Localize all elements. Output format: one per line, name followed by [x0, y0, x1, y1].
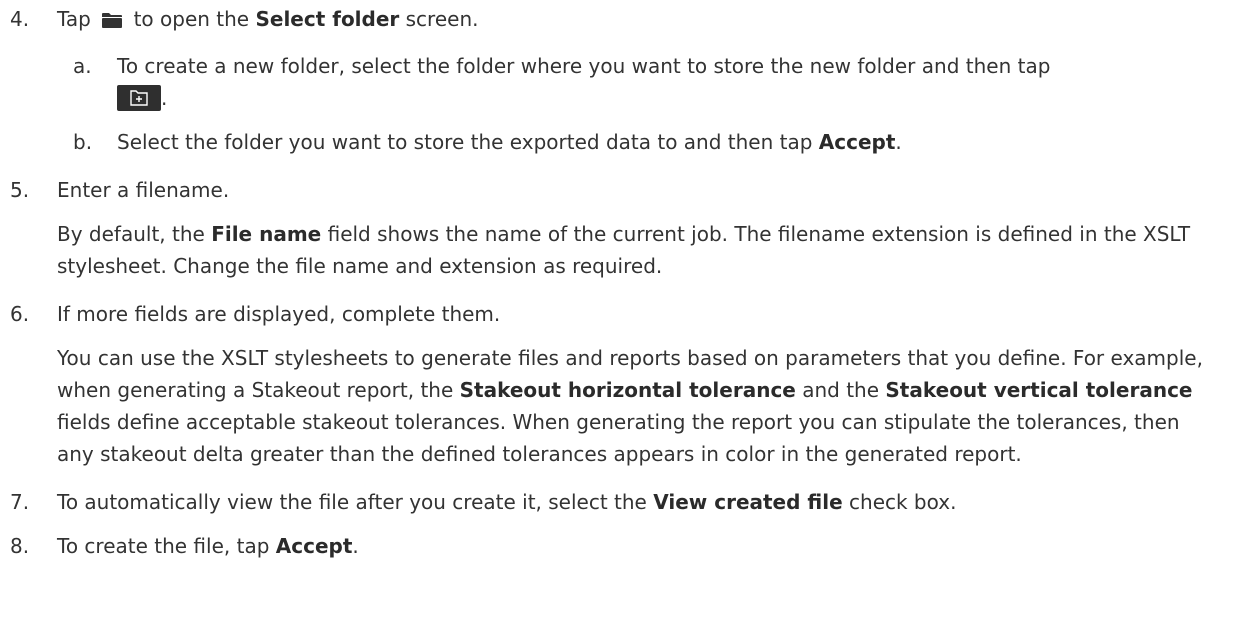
step-8: 8. To create the file, tap Accept.: [0, 530, 1239, 562]
instructions-document: 4. Tap to open the Select folder screen.…: [0, 0, 1239, 562]
step-number: 5.: [10, 178, 30, 202]
step-text-post: check box.: [849, 490, 957, 514]
step-4: 4. Tap to open the Select folder screen.: [0, 3, 1239, 38]
step-text-pre: To automatically view the file after you…: [57, 490, 647, 514]
folder-icon: [101, 6, 123, 38]
step-text-post: .: [352, 534, 359, 558]
step-number: 6.: [10, 302, 30, 326]
stakeout-horizontal-tolerance-label: Stakeout horizontal tolerance: [459, 378, 796, 402]
para-text-pre: By default, the: [57, 222, 205, 246]
new-folder-icon: [117, 85, 161, 111]
substep-text-post: .: [161, 86, 168, 110]
para-text-post: fields define acceptable stakeout tolera…: [57, 410, 1180, 466]
para-text-mid: and the: [802, 378, 880, 402]
accept-label: Accept: [275, 534, 353, 558]
step-text-pre: To create the file, tap: [57, 534, 270, 558]
stakeout-vertical-tolerance-label: Stakeout vertical tolerance: [885, 378, 1193, 402]
step-number: 7.: [10, 490, 30, 514]
substep-letter: a.: [73, 54, 92, 78]
step-5-description: By default, the File name field shows th…: [0, 218, 1239, 282]
substep-a: a. To create a new folder, select the fo…: [0, 50, 1239, 114]
substep-text: To create a new folder, select the folde…: [117, 50, 1219, 114]
select-folder-label: Select folder: [255, 7, 400, 31]
substep-b: b. Select the folder you want to store t…: [0, 126, 1239, 158]
substep-text-pre: Select the folder you want to store the …: [117, 130, 813, 154]
accept-label: Accept: [818, 130, 896, 154]
step-text: Tap to open the Select folder screen.: [57, 3, 1219, 38]
substep-text-main: To create a new folder, select the folde…: [117, 54, 1051, 78]
step-6: 6. If more fields are displayed, complet…: [0, 298, 1239, 330]
step-text: To create the file, tap Accept.: [57, 530, 1219, 562]
step-number: 4.: [10, 7, 30, 31]
step-number: 8.: [10, 534, 30, 558]
view-created-file-label: View created file: [653, 490, 843, 514]
step-5: 5. Enter a filename.: [0, 174, 1239, 206]
substep-text-post: .: [895, 130, 902, 154]
step-text: To automatically view the file after you…: [57, 486, 1219, 518]
step-text-pre: Tap: [57, 7, 91, 31]
step-text: Enter a filename.: [57, 178, 230, 202]
step-text: If more fields are displayed, complete t…: [57, 302, 501, 326]
step-7: 7. To automatically view the file after …: [0, 486, 1239, 518]
step-6-description: You can use the XSLT stylesheets to gene…: [0, 342, 1239, 470]
step-text-mid: to open the: [133, 7, 250, 31]
substep-text: Select the folder you want to store the …: [117, 126, 1219, 158]
file-name-label: File name: [211, 222, 322, 246]
substep-letter: b.: [73, 130, 93, 154]
step-text-post: screen.: [405, 7, 479, 31]
